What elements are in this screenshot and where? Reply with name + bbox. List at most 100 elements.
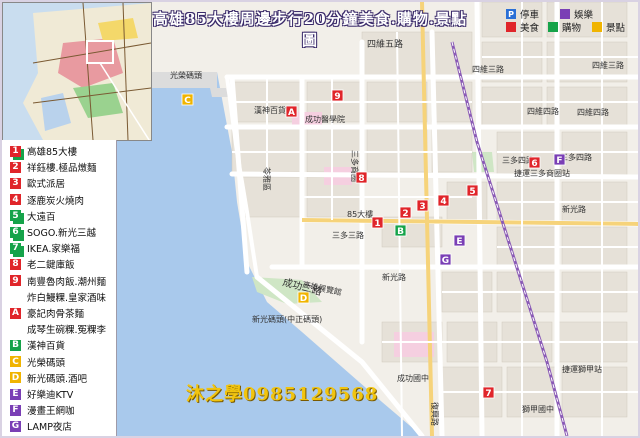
svg-text:捷運三多商圈站: 捷運三多商圈站 xyxy=(514,168,570,178)
legend-marker-icon: 8 xyxy=(10,258,21,270)
legend-item[interactable]: A 豪記肉骨茶麵 xyxy=(10,306,84,320)
legend-marker-icon: A xyxy=(10,307,21,319)
place-legend: 1 高雄85大樓 2 祥鈺樓.極品燉麵 3 歐式派居 4 逐鹿炭火燒肉 5 大遠百 6 SOGO.新光… xyxy=(2,140,117,436)
legend-label: 大遠百 xyxy=(27,211,56,223)
legend-label: IKEA.家樂福 xyxy=(27,244,80,256)
marker-label: 2 xyxy=(402,209,408,219)
legend-label: 成琴生碗粿.冤粿李 xyxy=(27,325,107,337)
legend-item[interactable]: C 光榮碼頭 xyxy=(10,355,65,369)
map-marker[interactable]: E xyxy=(453,234,466,247)
shopping-icon xyxy=(548,22,558,32)
map-marker[interactable]: 6 xyxy=(528,156,541,169)
map-marker[interactable]: A xyxy=(285,105,298,118)
legend-item[interactable]: 5 大遠百 xyxy=(10,209,56,223)
svg-text:新光路: 新光路 xyxy=(382,272,406,282)
legend-marker-icon: 6 xyxy=(10,226,21,238)
marker-label: 9 xyxy=(334,92,340,102)
map-marker[interactable]: 3 xyxy=(416,199,429,212)
svg-text:四維五路: 四維五路 xyxy=(367,38,403,50)
svg-text:三多三路: 三多三路 xyxy=(332,230,364,240)
legend-marker-icon: 9 xyxy=(10,275,21,287)
legend-item[interactable]: 3 歐式派居 xyxy=(10,176,65,190)
svg-text:新光路: 新光路 xyxy=(562,204,586,214)
legend-label: SOGO.新光三越 xyxy=(27,228,96,239)
legend-label: 高雄85大樓 xyxy=(27,147,78,158)
svg-text:四維三路: 四維三路 xyxy=(592,60,624,70)
svg-text:新光碼頭(中正碼頭): 新光碼頭(中正碼頭) xyxy=(252,314,322,324)
map-title: 高雄85大樓周邊步行20分鐘美食.購物.景點圖 xyxy=(152,10,468,49)
map-frame: 四維三路 四維三路 四維四路 四維四路 三多四路 三多四路 新光路 三多三路 高… xyxy=(0,0,640,438)
legend-item[interactable]: 2 祥鈺樓.極品燉麵 xyxy=(10,160,97,174)
legend-marker-icon xyxy=(10,324,21,335)
legend-marker-icon: B xyxy=(10,339,21,351)
map-marker[interactable]: 8 xyxy=(355,171,368,184)
legend-marker-icon: C xyxy=(10,356,21,368)
map-marker[interactable]: 5 xyxy=(466,184,479,197)
map-marker[interactable]: B xyxy=(394,224,407,237)
map-marker[interactable]: 4 xyxy=(437,194,450,207)
marker-label: 5 xyxy=(469,187,475,197)
legend-label: 漢神百貨 xyxy=(27,341,66,353)
category-legend: P 停車 娛樂 美食 購物 景點 xyxy=(500,4,634,34)
sights-icon xyxy=(592,22,602,32)
legend-item[interactable]: 炸白鰻粿.皇家酒味 xyxy=(10,290,106,304)
map-marker[interactable]: C xyxy=(181,93,194,106)
marker-label: C xyxy=(184,96,191,106)
legend-item[interactable]: F 漫畫王網咖 xyxy=(10,403,75,417)
legend-marker-icon: 4 xyxy=(10,194,21,206)
category-sights: 景點 xyxy=(592,20,625,34)
marker-label: 4 xyxy=(440,197,446,207)
legend-marker-icon: 1 xyxy=(10,145,21,157)
marker-label: F xyxy=(556,156,562,166)
svg-text:成功國中: 成功國中 xyxy=(397,373,429,383)
marker-label: 6 xyxy=(531,159,537,169)
legend-label: 好樂迪KTV xyxy=(27,390,74,401)
legend-label: 南豐魯肉飯.潮州麵 xyxy=(27,276,107,288)
legend-label: 漫畫王網咖 xyxy=(27,406,75,418)
legend-item[interactable]: D 新光碼頭.酒吧 xyxy=(10,371,87,385)
map-marker[interactable]: 1 xyxy=(371,216,384,229)
legend-item[interactable]: 成琴生碗粿.冤粿李 xyxy=(10,322,106,336)
legend-item[interactable]: 6 SOGO.新光三越 xyxy=(10,225,96,239)
legend-label: 新光碼頭.酒吧 xyxy=(27,373,88,385)
svg-text:捷運獅甲站: 捷運獅甲站 xyxy=(562,364,602,374)
marker-label: B xyxy=(397,227,404,237)
street-label: 四維三路 xyxy=(472,64,504,74)
category-shopping: 購物 xyxy=(548,20,581,34)
legend-marker-icon: 7 xyxy=(10,242,21,254)
legend-label: 老二鍵庫飯 xyxy=(27,260,75,272)
marker-label: E xyxy=(456,237,462,247)
map-marker[interactable]: F xyxy=(553,153,566,166)
map-marker[interactable]: 9 xyxy=(331,89,344,102)
legend-marker-icon xyxy=(10,291,21,302)
legend-label: 豪記肉骨茶麵 xyxy=(27,309,85,320)
entertainment-icon xyxy=(560,9,570,19)
legend-item[interactable]: 1 高雄85大樓 xyxy=(10,144,77,158)
map-marker[interactable]: 2 xyxy=(399,206,412,219)
legend-item[interactable]: 7 IKEA.家樂福 xyxy=(10,241,80,255)
legend-item[interactable]: 9 南豐魯肉飯.潮州麵 xyxy=(10,274,106,288)
map-marker[interactable]: G xyxy=(439,253,452,266)
legend-item[interactable]: G LAMP夜店 xyxy=(10,419,72,433)
legend-item[interactable]: 4 逐鹿炭火燒肉 xyxy=(10,193,84,207)
map-marker[interactable]: 7 xyxy=(482,386,495,399)
svg-text:四維四路: 四維四路 xyxy=(527,106,559,116)
legend-label: 祥鈺樓.極品燉麵 xyxy=(27,163,97,175)
svg-text:成功醫學院: 成功醫學院 xyxy=(305,114,345,124)
marker-label: G xyxy=(442,256,449,266)
category-food: 美食 xyxy=(506,20,539,34)
map-marker[interactable]: D xyxy=(297,291,310,304)
marker-label: 8 xyxy=(358,174,364,184)
legend-marker-icon: 3 xyxy=(10,177,21,189)
svg-text:獅甲國中: 獅甲國中 xyxy=(522,404,554,414)
legend-item[interactable]: B 漢神百貨 xyxy=(10,338,65,352)
category-parking: P 停車 xyxy=(506,7,539,21)
legend-item[interactable]: 8 老二鍵庫飯 xyxy=(10,257,75,271)
parking-icon: P xyxy=(506,9,516,19)
brand-phone: 沐之學0985129568 xyxy=(186,384,379,405)
legend-item[interactable]: E 好樂迪KTV xyxy=(10,387,73,401)
marker-label: D xyxy=(300,294,307,304)
legend-label: 逐鹿炭火燒肉 xyxy=(27,195,85,207)
marker-label: 1 xyxy=(374,219,380,229)
marker-label: 7 xyxy=(485,389,491,399)
